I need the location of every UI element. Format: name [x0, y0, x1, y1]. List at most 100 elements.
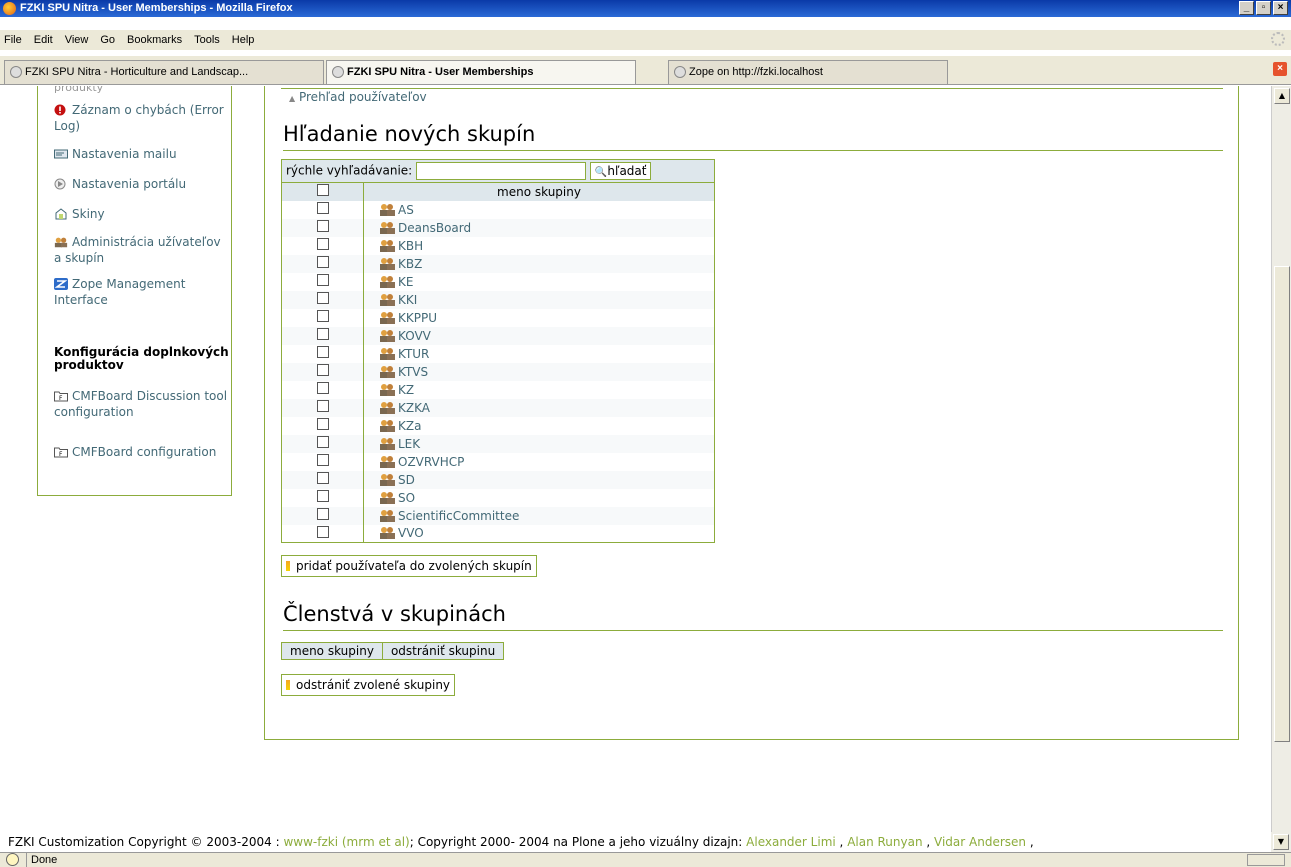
tab-user-memberships[interactable]: FZKI SPU Nitra - User Memberships [326, 60, 636, 84]
group-name-cell[interactable]: KBH [363, 236, 715, 255]
select-all-checkbox[interactable] [316, 184, 329, 197]
group-name-label: DeansBoard [398, 220, 472, 235]
row-checkbox-cell [281, 380, 364, 399]
group-checkbox[interactable] [316, 328, 329, 340]
group-icon [380, 437, 395, 450]
menu-help[interactable]: Help [232, 34, 255, 46]
group-name-column-header: meno skupiny [363, 182, 715, 201]
menu-go[interactable]: Go [100, 34, 115, 46]
add-to-groups-button[interactable]: pridať používateľa do zvolených skupín [281, 555, 537, 577]
footer-limi-link[interactable]: Alexander Limi [746, 835, 836, 849]
remove-selected-groups-button[interactable]: odstrániť zvolené skupiny [281, 674, 456, 696]
group-checkbox[interactable] [316, 238, 329, 250]
page-footer: FZKI Customization Copyright © 2003-2004… [0, 832, 1271, 852]
group-name-cell[interactable]: ScientificCommittee [363, 506, 715, 525]
group-name-label: LEK [398, 436, 421, 451]
group-name-cell[interactable]: KBZ [363, 254, 715, 273]
group-name-cell[interactable]: KTUR [363, 344, 715, 363]
sidebar-item-zmi[interactable]: Zope Management Interface [54, 276, 229, 308]
restore-button[interactable]: ▫ [1256, 1, 1271, 15]
search-button[interactable]: 🔍hľadať [589, 162, 652, 180]
top-divider [281, 88, 1223, 89]
group-name-cell[interactable]: KTVS [363, 362, 715, 381]
footer-andersen-link[interactable]: Vidar Andersen [934, 835, 1026, 849]
group-name-cell[interactable]: KZKA [363, 398, 715, 417]
group-icon [380, 347, 395, 360]
sidebar-item-cmfboard-config[interactable]: F CMFBoard configuration [54, 444, 229, 460]
tab-zope[interactable]: Zope on http://fzki.localhost [668, 60, 948, 84]
group-name-cell[interactable]: DeansBoard [363, 218, 715, 237]
close-tab-icon[interactable]: × [1273, 62, 1287, 76]
table-row: KZa [281, 416, 715, 435]
group-name-cell[interactable]: KKPPU [363, 308, 715, 327]
close-button[interactable]: × [1273, 1, 1288, 15]
quick-search-input[interactable] [416, 162, 587, 180]
sidebar-item-portal[interactable]: Nastavenia portálu [54, 176, 229, 192]
scroll-up-icon[interactable]: ▲ [1274, 88, 1290, 104]
table-row: DeansBoard [281, 218, 715, 237]
sidebar-item-error-log[interactable]: Záznam o chybách (Error Log) [54, 102, 229, 134]
group-checkbox[interactable] [316, 490, 329, 502]
users-overview-link[interactable]: ▲ Prehľad používateľov [289, 90, 427, 104]
tab-horticulture[interactable]: FZKI SPU Nitra - Horticulture and Landsc… [4, 60, 324, 84]
sidebar-item-skins[interactable]: Skiny [54, 206, 229, 222]
table-row: OZVRVHCP [281, 452, 715, 471]
group-name-cell[interactable]: KZ [363, 380, 715, 399]
group-name-label: KZKA [398, 400, 430, 415]
sidebar-item-cut[interactable]: produkty [54, 86, 229, 96]
group-checkbox[interactable] [316, 418, 329, 430]
table-row: SD [281, 470, 715, 489]
sidebar-item-cmfboard-discussion[interactable]: F CMFBoard Discussion tool configuration [54, 388, 229, 420]
group-name-cell[interactable]: LEK [363, 434, 715, 453]
group-checkbox[interactable] [316, 202, 329, 214]
scrollbar-thumb[interactable] [1274, 266, 1290, 742]
quick-search-row: rýchle vyhľadávanie: 🔍hľadať [281, 159, 715, 183]
group-checkbox[interactable] [316, 400, 329, 412]
group-name-cell[interactable]: VVO [363, 524, 715, 543]
group-checkbox[interactable] [316, 508, 329, 520]
group-checkbox[interactable] [316, 436, 329, 448]
menu-file[interactable]: File [4, 34, 22, 46]
group-icon [380, 311, 395, 324]
group-name-cell[interactable]: KOVV [363, 326, 715, 345]
footer-runyan-link[interactable]: Alan Runyan [847, 835, 922, 849]
group-name-cell[interactable]: SD [363, 470, 715, 489]
group-name-cell[interactable]: KE [363, 272, 715, 291]
menu-view[interactable]: View [65, 34, 89, 46]
group-checkbox[interactable] [316, 292, 329, 304]
sidebar-item-users-groups[interactable]: Administrácia užívateľov a skupín [54, 234, 229, 266]
group-checkbox[interactable] [316, 382, 329, 394]
footer-fzki-link[interactable]: www-fzki (mrm et al) [283, 835, 409, 849]
row-checkbox-cell [281, 308, 364, 327]
menu-tools[interactable]: Tools [194, 34, 220, 46]
table-row: LEK [281, 434, 715, 453]
group-checkbox[interactable] [316, 310, 329, 322]
sidebar-item-label: Nastavenia mailu [72, 147, 177, 161]
group-checkbox[interactable] [316, 472, 329, 484]
minimize-button[interactable]: _ [1239, 1, 1254, 15]
group-checkbox[interactable] [316, 454, 329, 466]
folder-icon: F [54, 391, 68, 402]
status-icon [6, 853, 19, 866]
menu-bookmarks[interactable]: Bookmarks [127, 34, 182, 46]
scroll-down-icon[interactable]: ▼ [1273, 834, 1289, 850]
status-bar: Done [0, 852, 1291, 867]
group-name-cell[interactable]: AS [363, 200, 715, 219]
group-checkbox[interactable] [316, 274, 329, 286]
sidebar-item-mail[interactable]: Nastavenia mailu [54, 146, 229, 162]
svg-text:F: F [59, 451, 63, 458]
group-icon [380, 509, 395, 522]
row-checkbox-cell [281, 254, 364, 273]
vertical-scrollbar[interactable]: ▲ [1271, 86, 1291, 832]
menu-edit[interactable]: Edit [34, 34, 53, 46]
group-checkbox[interactable] [316, 256, 329, 268]
group-name-cell[interactable]: OZVRVHCP [363, 452, 715, 471]
group-checkbox[interactable] [316, 220, 329, 232]
group-name-cell[interactable]: KKI [363, 290, 715, 309]
group-checkbox[interactable] [316, 364, 329, 376]
group-name-cell[interactable]: KZa [363, 416, 715, 435]
group-checkbox[interactable] [316, 525, 329, 538]
group-name-cell[interactable]: SO [363, 488, 715, 507]
group-checkbox[interactable] [316, 346, 329, 358]
row-checkbox-cell [281, 506, 364, 525]
